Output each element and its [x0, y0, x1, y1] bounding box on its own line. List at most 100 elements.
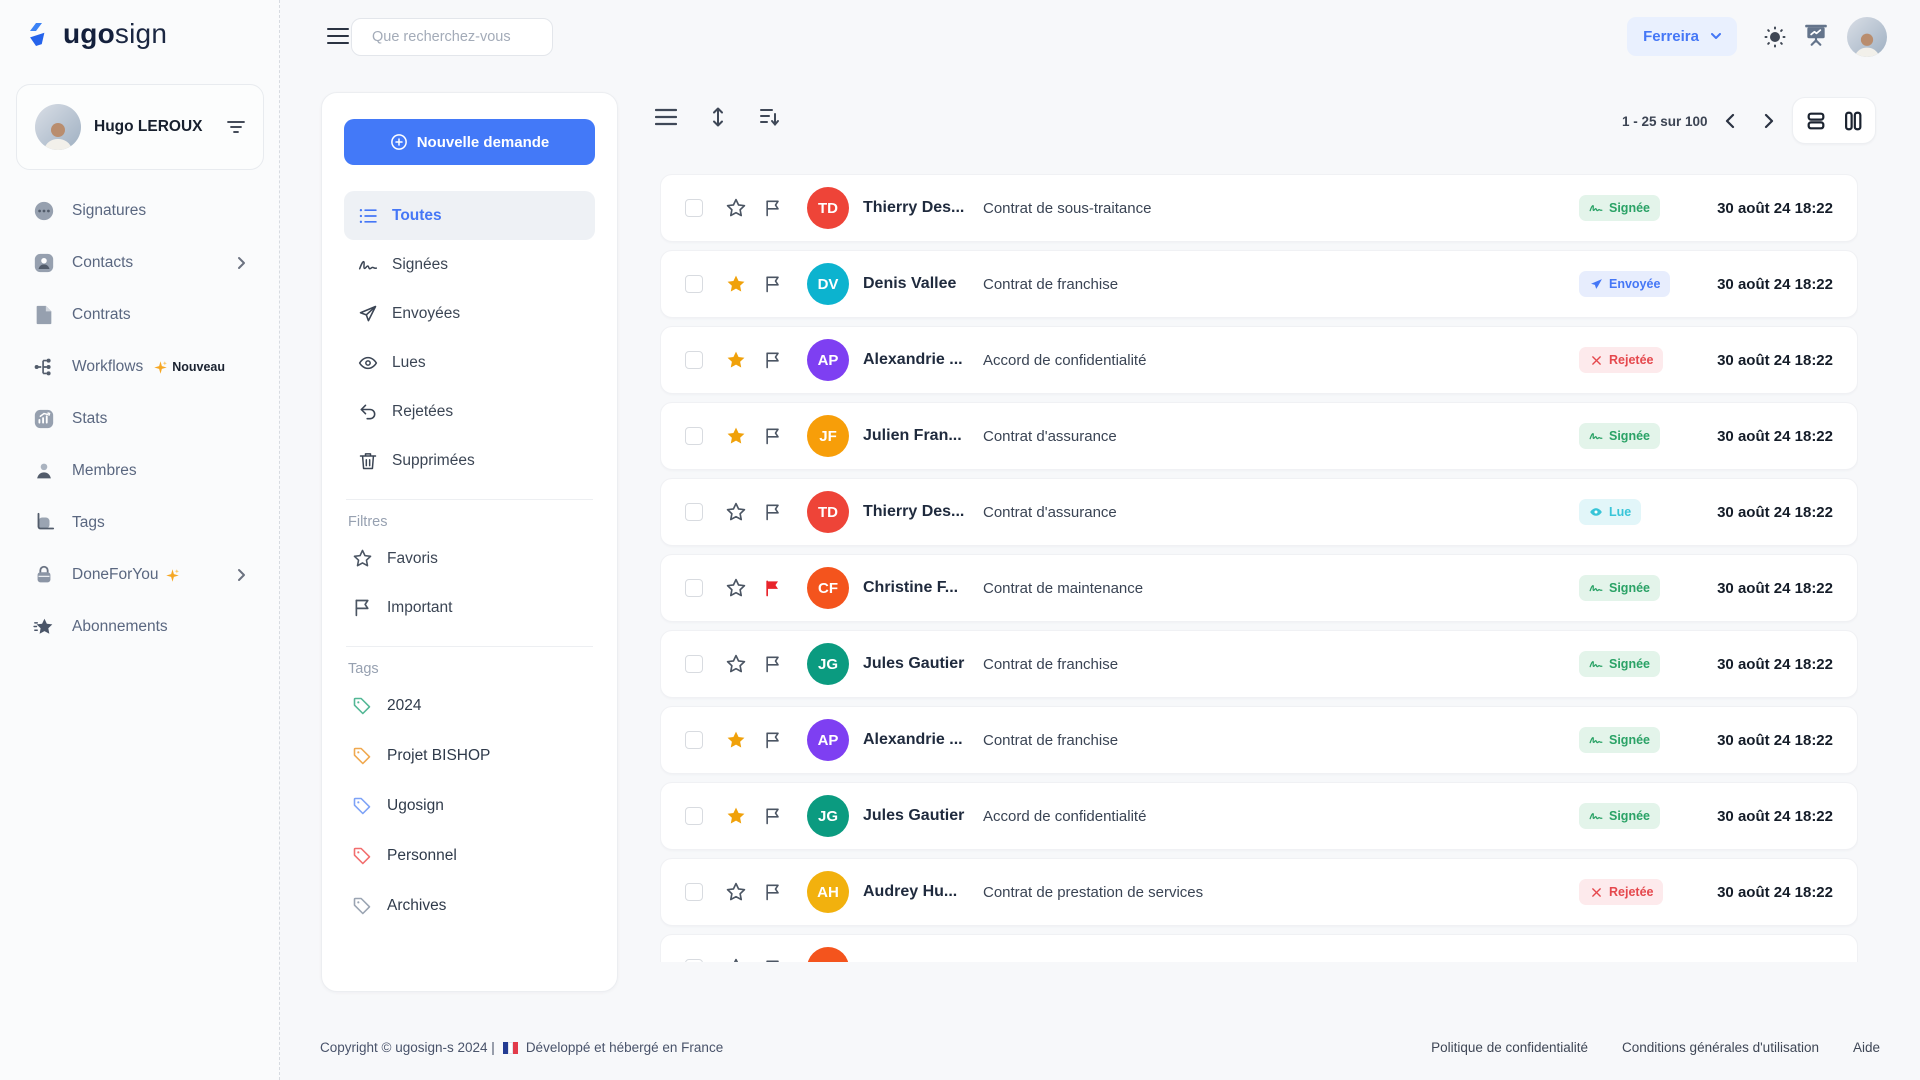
- status-badge: Signée: [1579, 423, 1660, 449]
- contact-avatar: JG: [807, 643, 849, 685]
- filter-favoris[interactable]: Favoris: [344, 534, 595, 583]
- sidebar-label: Stats: [72, 410, 107, 428]
- row-checkbox[interactable]: [685, 199, 703, 217]
- row-checkbox[interactable]: [685, 427, 703, 445]
- view-rejetees[interactable]: Rejetées: [344, 387, 595, 436]
- flag-icon[interactable]: [763, 730, 783, 750]
- list-view-icon[interactable]: [652, 103, 680, 131]
- star-icon[interactable]: [725, 197, 747, 219]
- document-row[interactable]: AP Alexandrie ... Contrat de franchise S…: [660, 706, 1858, 774]
- view-envoyees[interactable]: Envoyées: [344, 289, 595, 338]
- view-toutes[interactable]: Toutes: [344, 191, 595, 240]
- sidebar-item-workflows[interactable]: Workflows Nouveau: [0, 341, 280, 393]
- document-row[interactable]: JF Julien Fran... Contrat d'assurance Si…: [660, 402, 1858, 470]
- row-checkbox[interactable]: [685, 959, 703, 962]
- sidebar-item-signatures[interactable]: Signatures: [0, 185, 280, 237]
- tag-archives[interactable]: Archives: [344, 881, 595, 931]
- columns-view-icon[interactable]: [1842, 110, 1864, 132]
- star-icon[interactable]: [725, 577, 747, 599]
- row-checkbox[interactable]: [685, 883, 703, 901]
- flag-icon[interactable]: [763, 806, 783, 826]
- rows-view-icon[interactable]: [1805, 110, 1827, 132]
- flag-icon[interactable]: [763, 882, 783, 902]
- flag-icon[interactable]: [763, 350, 783, 370]
- document-row[interactable]: AH Audrey Hu... Contrat de prestation de…: [660, 858, 1858, 926]
- copyright-text: Copyright © ugosign-s 2024 |: [320, 1040, 495, 1055]
- search-input[interactable]: [372, 29, 559, 45]
- brand-logo[interactable]: ugosign: [22, 18, 167, 50]
- made-in-text: Développé et hébergé en France: [526, 1040, 723, 1055]
- view-lues[interactable]: Lues: [344, 338, 595, 387]
- sidebar-item-membres[interactable]: Membres: [0, 445, 280, 497]
- star-icon[interactable]: [725, 273, 747, 295]
- document-row[interactable]: JG Jules Gautier Accord de confidentiali…: [660, 782, 1858, 850]
- star-icon[interactable]: [725, 425, 747, 447]
- tag-ugosign[interactable]: Ugosign: [344, 781, 595, 831]
- flag-icon[interactable]: [763, 426, 783, 446]
- next-page-button[interactable]: [1754, 106, 1784, 136]
- view-signees[interactable]: Signées: [344, 240, 595, 289]
- document-row[interactable]: AP Alexandrie ... Accord de confidential…: [660, 326, 1858, 394]
- terms-link[interactable]: Conditions générales d'utilisation: [1622, 1040, 1819, 1055]
- sidebar-item-abonnements[interactable]: Abonnements: [0, 601, 280, 653]
- star-icon[interactable]: [725, 653, 747, 675]
- row-checkbox[interactable]: [685, 579, 703, 597]
- document-title: Accord de confidentialité: [983, 352, 1579, 369]
- help-link[interactable]: Aide: [1853, 1040, 1880, 1055]
- prev-page-button[interactable]: [1714, 106, 1744, 136]
- sidebar-item-contrats[interactable]: Contrats: [0, 289, 280, 341]
- star-icon[interactable]: [725, 957, 747, 962]
- document-row[interactable]: TD Thierry Des... Contrat d'assurance Lu…: [660, 478, 1858, 546]
- status-badge-wrap: Signée: [1579, 195, 1699, 221]
- row-checkbox[interactable]: [685, 351, 703, 369]
- view-supprimees[interactable]: Supprimées: [344, 436, 595, 485]
- tag-personnel[interactable]: Personnel: [344, 831, 595, 881]
- document-row[interactable]: [660, 934, 1858, 962]
- document-date: 30 août 24 18:22: [1699, 352, 1833, 369]
- presentation-icon[interactable]: [1801, 20, 1831, 50]
- star-icon[interactable]: [725, 729, 747, 751]
- row-checkbox[interactable]: [685, 655, 703, 673]
- tags-icon: [33, 512, 55, 534]
- user-card[interactable]: Hugo LEROUX: [16, 84, 264, 170]
- row-checkbox[interactable]: [685, 731, 703, 749]
- star-icon[interactable]: [725, 881, 747, 903]
- flag-icon[interactable]: [763, 198, 783, 218]
- document-row[interactable]: CF Christine F... Contrat de maintenance…: [660, 554, 1858, 622]
- flag-icon[interactable]: [763, 502, 783, 522]
- document-row[interactable]: TD Thierry Des... Contrat de sous-traita…: [660, 174, 1858, 242]
- tag-projet-bishop[interactable]: Projet BISHOP: [344, 731, 595, 781]
- sidebar-item-doneforyou[interactable]: DoneForYou: [0, 549, 280, 601]
- sidebar-item-stats[interactable]: Stats: [0, 393, 280, 445]
- flag-icon[interactable]: [763, 654, 783, 674]
- flag-icon[interactable]: [763, 958, 783, 962]
- row-checkbox[interactable]: [685, 275, 703, 293]
- sidebar-item-contacts[interactable]: Contacts: [0, 237, 280, 289]
- status-icon: [1589, 581, 1603, 595]
- workspace-selector[interactable]: Ferreira: [1627, 17, 1737, 56]
- tag-label: Personnel: [387, 847, 457, 865]
- contact-name: Thierry Des...: [863, 503, 983, 521]
- status-badge: Signée: [1579, 195, 1660, 221]
- menu-toggle-icon[interactable]: [327, 27, 349, 45]
- sidebar-item-tags[interactable]: Tags: [0, 497, 280, 549]
- new-request-button[interactable]: Nouvelle demande: [344, 119, 595, 165]
- document-row[interactable]: DV Denis Vallee Contrat de franchise Env…: [660, 250, 1858, 318]
- row-checkbox[interactable]: [685, 807, 703, 825]
- filter-important[interactable]: Important: [344, 583, 595, 632]
- filter-icon[interactable]: [227, 120, 245, 134]
- flag-icon[interactable]: [763, 274, 783, 294]
- star-icon[interactable]: [725, 805, 747, 827]
- theme-toggle-icon[interactable]: [1760, 22, 1790, 52]
- privacy-link[interactable]: Politique de confidentialité: [1431, 1040, 1588, 1055]
- star-icon[interactable]: [725, 349, 747, 371]
- tag-2024[interactable]: 2024: [344, 681, 595, 731]
- profile-avatar[interactable]: [1847, 17, 1887, 57]
- flag-icon[interactable]: [763, 578, 783, 598]
- sort-icon[interactable]: [756, 103, 784, 131]
- row-checkbox[interactable]: [685, 503, 703, 521]
- star-icon[interactable]: [725, 501, 747, 523]
- tag-icon: [352, 746, 372, 766]
- document-row[interactable]: JG Jules Gautier Contrat de franchise Si…: [660, 630, 1858, 698]
- expand-rows-icon[interactable]: [704, 103, 732, 131]
